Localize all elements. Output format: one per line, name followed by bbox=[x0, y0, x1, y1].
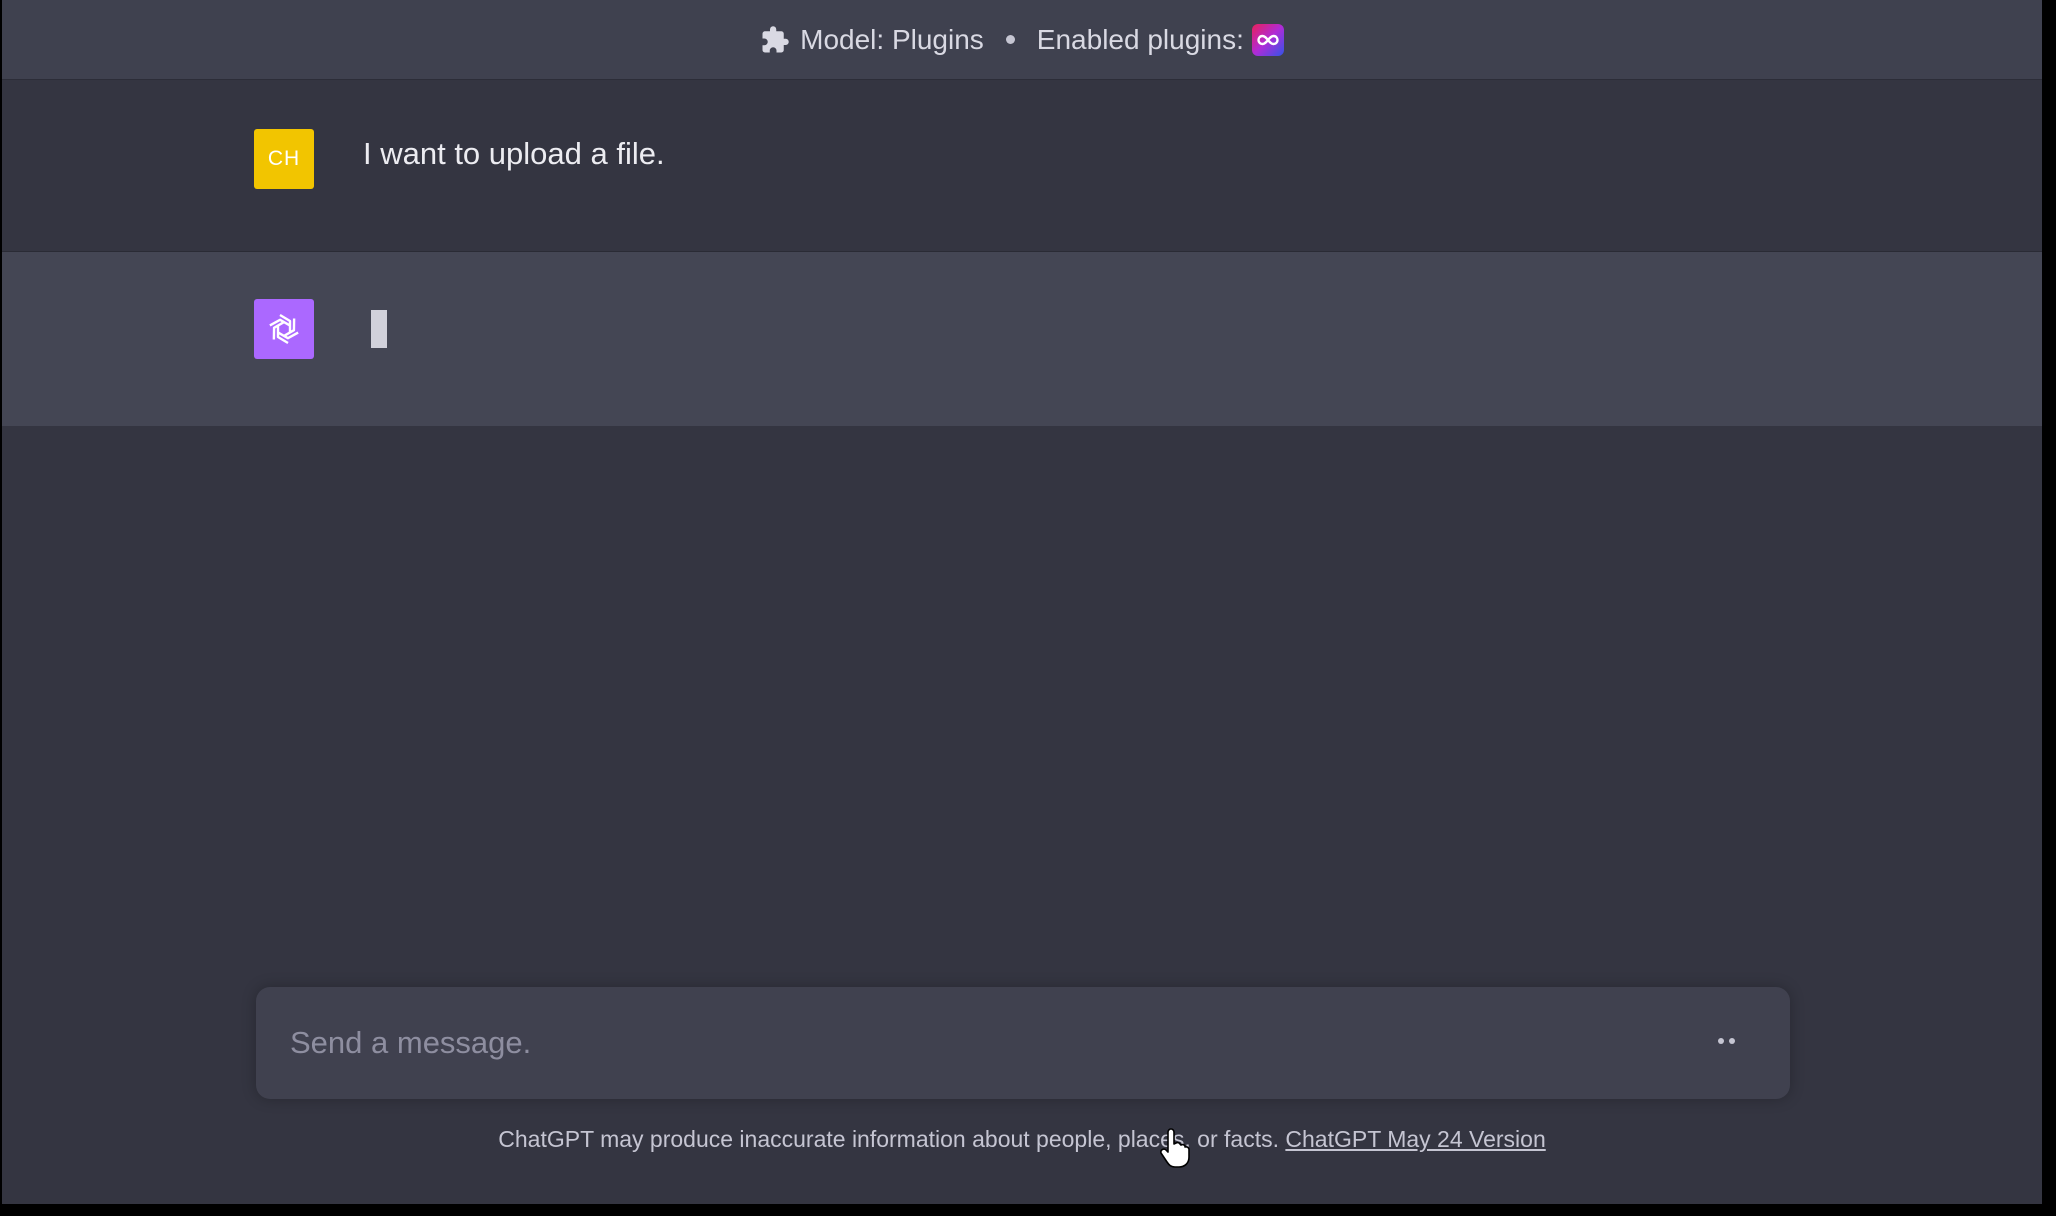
model-header: Model: Plugins Enabled plugins: bbox=[2, 0, 2042, 80]
assistant-message bbox=[2, 252, 2042, 426]
openai-logo-icon bbox=[254, 299, 314, 359]
user-message-text: I want to upload a file. bbox=[363, 136, 665, 171]
version-link[interactable]: ChatGPT May 24 Version bbox=[1285, 1126, 1545, 1152]
streaming-cursor bbox=[371, 310, 387, 348]
enabled-plugins-label: Enabled plugins: bbox=[1036, 23, 1244, 55]
puzzle-icon bbox=[762, 25, 789, 52]
footer-disclaimer: ChatGPT may produce inaccurate informati… bbox=[2, 1126, 2042, 1153]
chat-app: Model: Plugins Enabled plugins: CH I wan… bbox=[2, 0, 2042, 1204]
model-label: Model: Plugins bbox=[800, 23, 984, 55]
typing-dots-icon bbox=[1718, 1038, 1735, 1044]
hand-cursor-icon bbox=[1160, 1128, 1190, 1168]
message-composer bbox=[256, 987, 1790, 1099]
user-avatar: CH bbox=[254, 129, 314, 189]
infinity-plugin-icon[interactable] bbox=[1251, 23, 1284, 56]
separator-dot bbox=[1005, 35, 1015, 44]
user-message: CH I want to upload a file. bbox=[2, 80, 2042, 252]
user-initials: CH bbox=[267, 147, 301, 170]
message-input[interactable] bbox=[288, 1009, 1672, 1077]
